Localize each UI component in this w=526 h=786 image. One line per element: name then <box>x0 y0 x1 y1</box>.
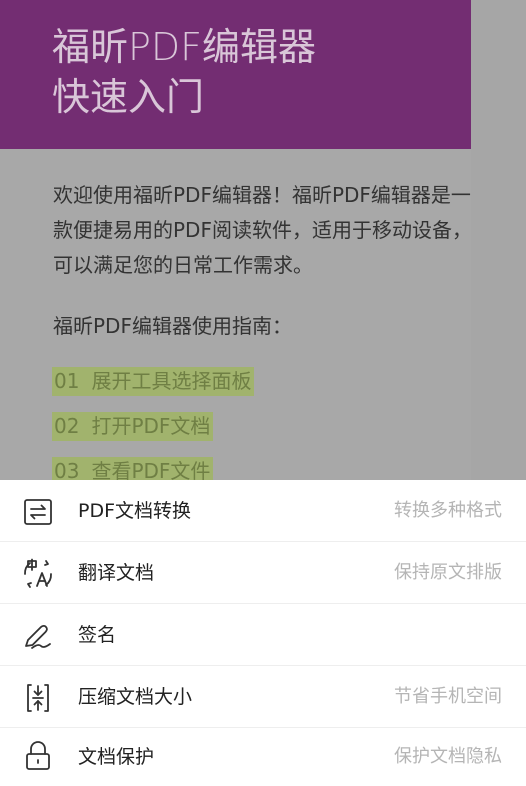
document-intro-paragraph: 欢迎使用福昕PDF编辑器！福昕PDF编辑器是一款便捷易用的PDF阅读软件，适用于… <box>53 183 472 277</box>
highlighted-step-2: 02 打开PDF文档 <box>52 412 214 441</box>
document-guide-heading: 福昕PDF编辑器使用指南： <box>53 314 292 338</box>
menu-item-label: 翻译文档 <box>78 562 155 584</box>
menu-item-compress[interactable]: 压缩文档大小 节省手机空间 <box>0 666 526 728</box>
document-title-banner: 福昕PDF编辑器 快速入门 <box>0 0 471 149</box>
translate-icon <box>24 558 52 588</box>
menu-item-label: 压缩文档大小 <box>78 686 193 708</box>
menu-item-translate[interactable]: 翻译文档 保持原文排版 <box>0 542 526 604</box>
tools-bottom-sheet: PDF文档转换 转换多种格式 翻译文档 保持原文排版 签名 压缩文档大小 节省手… <box>0 480 526 786</box>
menu-item-signature[interactable]: 签名 <box>0 604 526 666</box>
step-number: 01 <box>54 369 80 393</box>
menu-item-description: 保持原文排版 <box>394 562 502 583</box>
step-number: 02 <box>54 414 80 438</box>
signature-icon <box>25 624 51 649</box>
menu-item-label: PDF文档转换 <box>78 500 192 522</box>
document-title-line-1: 福昕PDF编辑器 <box>52 25 317 69</box>
step-text: 打开PDF文档 <box>91 414 211 438</box>
lock-icon <box>26 741 50 770</box>
highlighted-step-1: 01 展开工具选择面板 <box>52 367 255 396</box>
menu-item-label: 签名 <box>78 624 117 646</box>
menu-item-description: 节省手机空间 <box>394 686 502 707</box>
step-text: 展开工具选择面板 <box>91 369 252 393</box>
menu-item-label: 文档保护 <box>78 746 155 768</box>
document-title-line-2: 快速入门 <box>52 75 205 119</box>
compress-icon <box>27 684 49 712</box>
menu-item-protect[interactable]: 文档保护 保护文档隐私 <box>0 728 526 786</box>
document-title: 福昕PDF编辑器 快速入门 <box>52 22 316 122</box>
convert-arrows-icon <box>24 499 52 525</box>
menu-item-description: 保护文档隐私 <box>394 746 502 767</box>
menu-item-description: 转换多种格式 <box>394 500 502 521</box>
menu-item-pdf-convert[interactable]: PDF文档转换 转换多种格式 <box>0 480 526 542</box>
